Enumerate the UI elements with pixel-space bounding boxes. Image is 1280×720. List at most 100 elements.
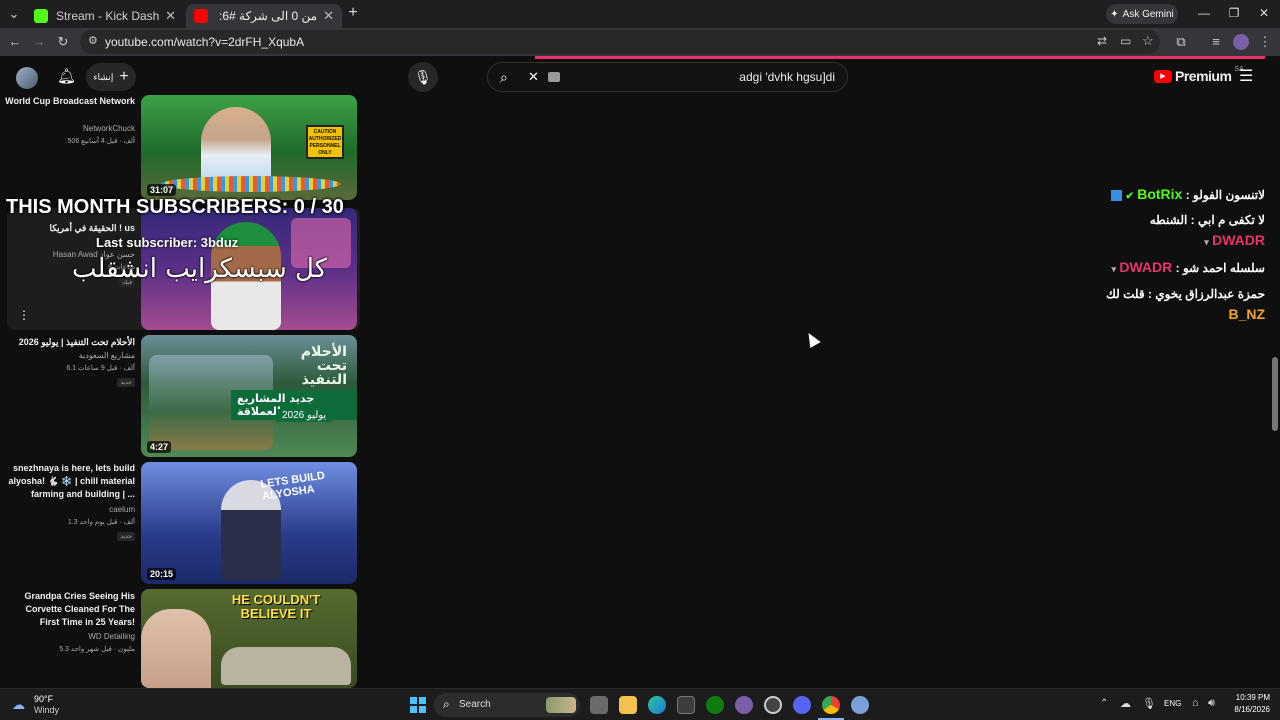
scrollbar-thumb[interactable]	[1272, 357, 1278, 431]
thumb-year: يوليو 2026	[276, 409, 333, 422]
create-button[interactable]: إنشاء +	[86, 63, 136, 91]
weather-icon[interactable]: ☁	[12, 697, 25, 713]
weather-desc[interactable]: Windy	[34, 705, 59, 715]
clock-date[interactable]: 8/16/2026	[1222, 705, 1270, 714]
windows-start-icon[interactable]	[410, 697, 426, 713]
headline-art: الأحلام تحت التنفيذ	[300, 344, 347, 388]
verified-icon: ✔	[1125, 191, 1134, 202]
network-icon[interactable]: ⌂	[1192, 697, 1199, 709]
microphone-icon[interactable]: 🎙︎	[1142, 697, 1156, 710]
guide-menu-icon[interactable]: ☰	[1239, 66, 1253, 86]
list-item[interactable]: Grandpa Cries Seeing His Corvette Cleane…	[0, 589, 360, 689]
video-title[interactable]: الأحلام تحت التنفيذ | يوليو 2026	[5, 336, 135, 349]
app-icon[interactable]	[764, 696, 782, 714]
ask-gemini-button[interactable]: ✦ Ask Gemini	[1106, 4, 1178, 24]
video-channel[interactable]: مشاريع السعودية	[79, 351, 135, 360]
volume-icon[interactable]: 🔊︎	[1208, 697, 1215, 710]
account-avatar[interactable]	[16, 67, 38, 89]
close-tab-icon[interactable]: ✕	[323, 8, 334, 24]
browser-toolbar: ← → ↻ ⚙ youtube.com/watch?v=2drFH_XqubA …	[0, 28, 1280, 56]
cables-decoration	[161, 176, 341, 192]
mouse-cursor-icon	[803, 329, 821, 349]
close-window-icon[interactable]: ✕	[1254, 6, 1274, 20]
list-item[interactable]: World Cup Broadcast Network NetworkChuck…	[0, 95, 360, 207]
site-info-icon[interactable]: ⚙	[88, 34, 98, 47]
back-icon[interactable]: ←	[7, 34, 23, 49]
store-icon[interactable]	[677, 696, 695, 714]
video-title[interactable]: الحقيقة في أمريكا ! us	[35, 222, 135, 235]
video-thumbnail[interactable]: HE COULDN'T BELIEVE IT	[141, 589, 357, 688]
video-thumbnail[interactable]: الأحلام تحت التنفيذ جديد المشاريع العملاقة…	[141, 335, 357, 457]
profile-avatar[interactable]	[1233, 34, 1249, 50]
chat-text: لاتنسون الفولو :	[1185, 188, 1265, 202]
list-item[interactable]: الأحلام تحت التنفيذ | يوليو 2026 مشاريع …	[0, 335, 360, 457]
xbox-icon[interactable]	[706, 696, 724, 714]
file-explorer-icon[interactable]	[619, 696, 637, 714]
onedrive-icon[interactable]: ☁	[1120, 697, 1131, 710]
youtube-header: 🔔︎ إنشاء + 🎙︎ ⌕ ✕ adgi 'dvhk hgsu]di ▶ P…	[0, 59, 1280, 95]
search-box[interactable]: ⌕ ✕ adgi 'dvhk hgsu]di	[487, 62, 848, 92]
youtube-favicon-icon	[194, 9, 208, 23]
premium-label: Premium	[1175, 68, 1232, 84]
video-channel[interactable]: NetworkChuck	[83, 124, 135, 133]
cast-icon[interactable]: ▭	[1120, 34, 1131, 48]
tray-overflow-icon[interactable]: ⌃	[1100, 698, 1108, 709]
video-title[interactable]: Grandpa Cries Seeing His Corvette Cleane…	[5, 590, 135, 629]
tab-youtube[interactable]: من 0 الى شركة #6: على كل تسج ✕	[186, 4, 342, 28]
video-duration: 31:07	[147, 184, 177, 196]
tab-kick-dashboard[interactable]: Stream - Kick Dashboard ✕	[26, 4, 184, 28]
microphone-icon: 🎙︎	[414, 68, 432, 85]
caution-sign: CAUTION AUTHORIZED PERSONNEL ONLY	[306, 125, 344, 159]
taskbar-search-box[interactable]: ⌕ Search	[434, 693, 580, 717]
video-thumbnail[interactable]: CAUTION AUTHORIZED PERSONNEL ONLY 31:07	[141, 95, 357, 200]
browser-tab-strip: ⌄ Stream - Kick Dashboard ✕ من 0 الى شرك…	[0, 0, 1280, 28]
chat-message: حمزة عبدالرزاق يخوي : قلت لك B_NZ	[1105, 284, 1265, 325]
voice-search-button[interactable]: 🎙︎	[408, 62, 438, 92]
tab-title: Stream - Kick Dashboard	[56, 9, 160, 23]
youtube-premium-logo[interactable]: ▶ Premium SA	[1154, 66, 1244, 84]
task-view-icon[interactable]	[590, 696, 608, 714]
video-title[interactable]: World Cup Broadcast Network	[5, 95, 135, 108]
edge-icon[interactable]	[648, 696, 666, 714]
video-thumbnail[interactable]: LETS BUILD ALYOSHA 20:15	[141, 462, 357, 584]
restore-icon[interactable]: ❐	[1224, 6, 1244, 20]
search-icon[interactable]: ⌕	[500, 69, 508, 86]
chat-message: لاتنسون الفولو : BotRix ✔	[1105, 184, 1265, 207]
extensions-icon[interactable]: ⧉	[1173, 34, 1189, 50]
app-icon[interactable]	[735, 696, 753, 714]
language-indicator[interactable]: ENG	[1164, 699, 1181, 708]
settings-gear-icon[interactable]	[851, 696, 869, 714]
keyboard-icon[interactable]	[548, 72, 560, 82]
forward-icon[interactable]: →	[31, 34, 47, 49]
minimize-icon[interactable]: —	[1194, 6, 1214, 20]
chat-text: حمزة عبدالرزاق يخوي : قلت لك	[1106, 287, 1265, 301]
tab-search-icon[interactable]: ⌄	[6, 6, 22, 22]
address-bar[interactable]: ⚙ youtube.com/watch?v=2drFH_XqubA ⇄ ▭ ☆	[80, 30, 1160, 54]
thumb-caption: HE COULDN'T BELIEVE IT	[231, 592, 321, 621]
tab-title: من 0 الى شركة #6: على كل تسج	[216, 9, 318, 23]
menu-kebab-icon[interactable]: ⋮	[1257, 34, 1273, 50]
chat-username: BotRix	[1137, 186, 1183, 202]
reload-icon[interactable]: ↻	[55, 34, 71, 50]
video-channel[interactable]: caelum	[109, 505, 135, 514]
discord-icon[interactable]	[793, 696, 811, 714]
badge-icon: ▾	[1204, 237, 1209, 247]
list-item[interactable]: snezhnaya is here, lets build alyosha! 🐇…	[0, 462, 360, 584]
clear-search-icon[interactable]: ✕	[528, 69, 539, 85]
close-tab-icon[interactable]: ✕	[165, 8, 176, 24]
new-tab-button[interactable]: +	[343, 4, 363, 22]
bookmark-star-icon[interactable]: ☆	[1142, 33, 1154, 49]
new-badge: جديد	[117, 532, 135, 541]
last-subscriber-text: Last subscriber: 3bduz	[96, 235, 239, 250]
video-title[interactable]: snezhnaya is here, lets build alyosha! 🐇…	[5, 462, 135, 501]
ask-gemini-label: Ask Gemini	[1122, 8, 1174, 20]
notifications-bell-icon[interactable]: 🔔︎	[57, 67, 76, 85]
clock-time[interactable]: 10:39 PM	[1222, 693, 1270, 702]
weather-temp[interactable]: 90°F	[34, 694, 53, 704]
video-channel[interactable]: WD Detailing	[88, 632, 135, 641]
translate-icon[interactable]: ⇄	[1097, 34, 1107, 48]
reading-list-icon[interactable]: ≡	[1208, 34, 1224, 49]
overlay-arabic-text: كل سبسكرايب انشقلب	[72, 254, 328, 284]
chrome-icon[interactable]	[822, 696, 840, 714]
more-actions-icon[interactable]: ⋮	[18, 308, 30, 322]
